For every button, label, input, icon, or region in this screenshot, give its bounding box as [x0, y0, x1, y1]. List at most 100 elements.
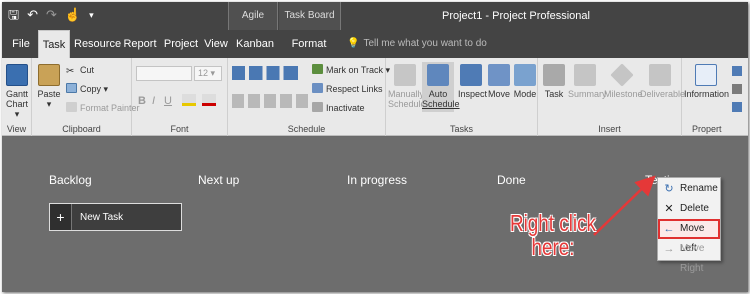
- information-label: Information: [684, 89, 730, 99]
- column-backlog[interactable]: Backlog: [49, 173, 92, 187]
- highlight-icon[interactable]: [182, 94, 196, 106]
- inactivate-button[interactable]: Inactivate: [312, 102, 365, 114]
- respect-links-button[interactable]: Respect Links: [312, 83, 383, 95]
- touch-mode-icon[interactable]: ☝: [65, 8, 81, 22]
- plus-icon: +: [50, 204, 72, 230]
- clipboard-icon: [38, 64, 60, 86]
- auto-schedule-label: Schedule: [422, 99, 460, 109]
- details-icon[interactable]: [732, 84, 742, 94]
- gantt-label: Gantt: [5, 89, 28, 99]
- deliverable-icon: [649, 64, 671, 86]
- add-to-timeline-icon[interactable]: [732, 102, 742, 112]
- paste-button[interactable]: Paste ▾: [36, 64, 62, 109]
- manually-schedule-label: Schedule: [388, 99, 426, 109]
- tab-kanban[interactable]: Kanban: [234, 30, 276, 58]
- column-done[interactable]: Done: [497, 173, 526, 187]
- group-font-label: Font: [170, 124, 189, 134]
- tab-format[interactable]: Format: [287, 30, 331, 58]
- context-agile-tools: Agile Tools: [228, 2, 278, 49]
- window-title: Project1 - Project Professional: [442, 10, 590, 22]
- insert-summary-button[interactable]: Summary: [568, 64, 607, 99]
- summary-icon: [574, 64, 596, 86]
- manually-label: Manually: [388, 89, 425, 99]
- tell-me-box[interactable]: 💡 Tell me what you want to do: [347, 30, 487, 58]
- tell-me-text: Tell me what you want to do: [363, 38, 487, 49]
- inspect-button[interactable]: Inspect: [458, 64, 488, 99]
- group-font: 12 ▾ B I U Font: [132, 58, 228, 136]
- tab-project[interactable]: Project: [162, 30, 200, 58]
- copy-button[interactable]: Copy ▾: [66, 83, 108, 95]
- save-icon[interactable]: 🖫: [8, 8, 19, 22]
- redo-icon[interactable]: ↷: [46, 8, 57, 22]
- column-in-progress[interactable]: In progress: [347, 173, 407, 187]
- indent-link-icons[interactable]: [232, 94, 310, 108]
- milestone-icon: [610, 63, 634, 87]
- font-name-select[interactable]: [136, 66, 192, 81]
- customize-qat-icon[interactable]: ▾: [89, 8, 94, 22]
- information-button[interactable]: Information: [684, 64, 730, 99]
- move-button[interactable]: Move: [487, 64, 511, 99]
- undo-icon[interactable]: ↶: [27, 8, 38, 22]
- column-next-up[interactable]: Next up: [198, 173, 239, 187]
- menu-item-rename[interactable]: ↻ Rename: [658, 179, 720, 199]
- mark-on-track-icon: [312, 64, 323, 74]
- italic-button[interactable]: I: [152, 95, 155, 107]
- gantt-chart-button[interactable]: Gantt Chart ▾: [5, 64, 29, 119]
- underline-button[interactable]: U: [164, 95, 172, 107]
- font-color-icon[interactable]: [202, 94, 216, 106]
- gantt-chart-icon: [6, 64, 28, 86]
- insert-deliverable-button[interactable]: Deliverable: [640, 64, 685, 99]
- percent-complete-icons[interactable]: [232, 66, 298, 80]
- mark-on-track-button[interactable]: Mark on Track ▾: [312, 64, 390, 76]
- group-tasks: Manually Schedule Auto Schedule Inspect …: [386, 58, 538, 136]
- group-clipboard-label: Clipboard: [62, 124, 101, 134]
- paste-label: Paste: [37, 89, 61, 99]
- insert-task-button[interactable]: Task: [542, 64, 566, 99]
- task-board: Backlog Next up In progress Done Testi +…: [2, 137, 748, 292]
- format-painter-button[interactable]: Format Painter: [66, 102, 140, 114]
- menu-item-move-left[interactable]: ← Move Left: [658, 219, 720, 254]
- mark-on-track-label: Mark on Track ▾: [326, 65, 391, 75]
- quick-access-toolbar: 🖫 ↶ ↷ ☝ ▾: [8, 8, 94, 22]
- tab-file[interactable]: File: [8, 30, 34, 58]
- cut-button[interactable]: ✂ Cut: [66, 64, 94, 77]
- callout-line-2: here:: [531, 234, 575, 260]
- menu-item-move-right[interactable]: → Move Right: [658, 239, 720, 274]
- tab-report[interactable]: Report: [122, 30, 158, 58]
- tab-task[interactable]: Task: [38, 30, 70, 58]
- inspect-icon: [460, 64, 482, 86]
- group-insert: Task Summary Milestone Deliverable Inser…: [538, 58, 685, 136]
- new-task-button[interactable]: + New Task: [49, 203, 182, 231]
- move-icon: [488, 64, 510, 86]
- paste-arrow: ▾: [46, 99, 52, 109]
- chart-label: Chart ▾: [5, 99, 28, 119]
- insert-milestone-button[interactable]: Milestone: [604, 63, 643, 99]
- inspect-label: Inspect: [458, 89, 488, 99]
- mode-button[interactable]: Mode: [513, 64, 537, 99]
- tab-resource[interactable]: Resource: [74, 30, 121, 58]
- auto-schedule-button[interactable]: Auto Schedule: [422, 62, 460, 112]
- title-bar: 🖫 ↶ ↷ ☝ ▾ Agile Tools Task Board Tools P…: [2, 2, 748, 49]
- menu-item-delete[interactable]: ✕ Delete: [658, 199, 720, 219]
- font-size-select[interactable]: 12 ▾: [194, 66, 222, 81]
- mode-label: Mode: [513, 89, 537, 99]
- notes-icon[interactable]: [732, 66, 742, 76]
- milestone-label: Milestone: [604, 89, 643, 99]
- inactivate-label: Inactivate: [326, 103, 365, 113]
- group-properties-label: Propert: [692, 124, 722, 134]
- copy-icon: [66, 83, 77, 93]
- manually-schedule-button[interactable]: Manually Schedule: [388, 64, 426, 109]
- project-window: 🖫 ↶ ↷ ☝ ▾ Agile Tools Task Board Tools P…: [2, 2, 748, 292]
- arrow-left-icon: ←: [663, 223, 675, 235]
- bold-button[interactable]: B: [138, 95, 146, 107]
- inactivate-icon: [312, 102, 323, 112]
- group-view-label: View: [6, 124, 27, 134]
- tab-view[interactable]: View: [203, 30, 229, 58]
- brush-icon: [66, 102, 77, 112]
- move-label: Move: [487, 89, 510, 99]
- group-view: Gantt Chart ▾ View: [2, 58, 32, 136]
- ribbon: Gantt Chart ▾ View Paste ▾ ✂ Cut Copy ▾ F…: [2, 58, 748, 136]
- group-clipboard: Paste ▾ ✂ Cut Copy ▾ Format Painter Clipb…: [32, 58, 140, 136]
- callout-line-1: Right click: [510, 210, 596, 236]
- new-task-label: New Task: [80, 211, 124, 223]
